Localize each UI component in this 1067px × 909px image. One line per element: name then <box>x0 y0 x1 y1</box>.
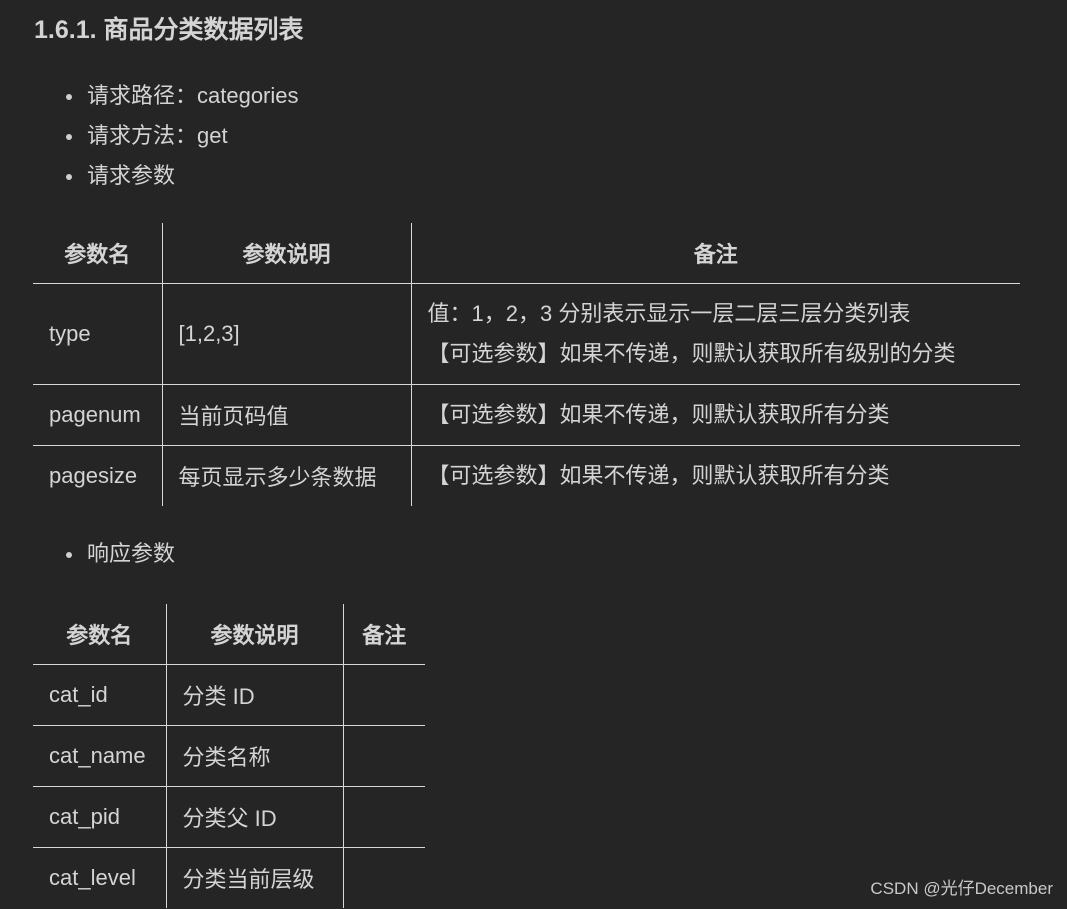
param-note: 【可选参数】如果不传递，则默认获取所有分类 <box>410 384 1020 446</box>
response-info-list: 响应参数 <box>66 534 175 574</box>
param-desc: 分类 ID <box>165 664 344 726</box>
param-note: 【可选参数】如果不传递，则默认获取所有分类 <box>410 445 1020 506</box>
param-note: 值：1，2，3 分别表示显示一层二层三层分类列表 【可选参数】如果不传递，则默认… <box>410 283 1020 385</box>
table-header-row: 参数名 参数说明 备注 <box>33 604 425 665</box>
note-line: 值：1，2，3 分别表示显示一层二层三层分类列表 <box>427 301 911 326</box>
watermark: CSDN @光仔December <box>870 879 1053 898</box>
param-desc: 分类父 ID <box>165 786 344 848</box>
table-row: cat_id 分类 ID <box>33 664 425 726</box>
param-name: cat_pid <box>33 786 167 848</box>
param-note <box>342 847 425 908</box>
response-params-table: 参数名 参数说明 备注 cat_id 分类 ID cat_name 分类名称 c… <box>33 604 425 908</box>
param-name: type <box>33 283 163 385</box>
param-note <box>342 786 425 848</box>
header-note: 备注 <box>342 604 425 665</box>
list-item-response-params: 响应参数 <box>66 534 175 574</box>
param-desc: 分类当前层级 <box>165 847 344 908</box>
table-row: cat_name 分类名称 <box>33 725 425 787</box>
param-desc: [1,2,3] <box>161 283 412 385</box>
param-name: cat_level <box>33 847 167 908</box>
param-name: pagesize <box>33 445 163 506</box>
param-note <box>342 725 425 787</box>
note-line: 【可选参数】如果不传递，则默认获取所有级别的分类 <box>427 341 956 366</box>
table-row: cat_level 分类当前层级 <box>33 847 425 908</box>
header-param-name: 参数名 <box>33 223 163 284</box>
request-info-list: 请求路径：categories 请求方法：get 请求参数 <box>66 76 299 196</box>
list-item-request-params: 请求参数 <box>66 156 299 196</box>
request-params-table: 参数名 参数说明 备注 type [1,2,3] 值：1，2，3 分别表示显示一… <box>33 223 1020 506</box>
list-item-request-method: 请求方法：get <box>66 116 299 156</box>
header-param-desc: 参数说明 <box>161 223 412 284</box>
header-param-name: 参数名 <box>33 604 167 665</box>
param-desc: 当前页码值 <box>161 384 412 446</box>
table-row: pagenum 当前页码值 【可选参数】如果不传递，则默认获取所有分类 <box>33 384 1020 446</box>
param-name: cat_id <box>33 664 167 726</box>
section-heading: 1.6.1. 商品分类数据列表 <box>34 16 304 44</box>
header-note: 备注 <box>410 223 1020 284</box>
param-desc: 分类名称 <box>165 725 344 787</box>
param-desc: 每页显示多少条数据 <box>161 445 412 506</box>
param-name: cat_name <box>33 725 167 787</box>
header-param-desc: 参数说明 <box>165 604 344 665</box>
table-row: pagesize 每页显示多少条数据 【可选参数】如果不传递，则默认获取所有分类 <box>33 445 1020 506</box>
param-name: pagenum <box>33 384 163 446</box>
table-header-row: 参数名 参数说明 备注 <box>33 223 1020 284</box>
param-note <box>342 664 425 726</box>
table-row: cat_pid 分类父 ID <box>33 786 425 848</box>
table-row: type [1,2,3] 值：1，2，3 分别表示显示一层二层三层分类列表 【可… <box>33 283 1020 385</box>
list-item-request-path: 请求路径：categories <box>66 76 299 116</box>
